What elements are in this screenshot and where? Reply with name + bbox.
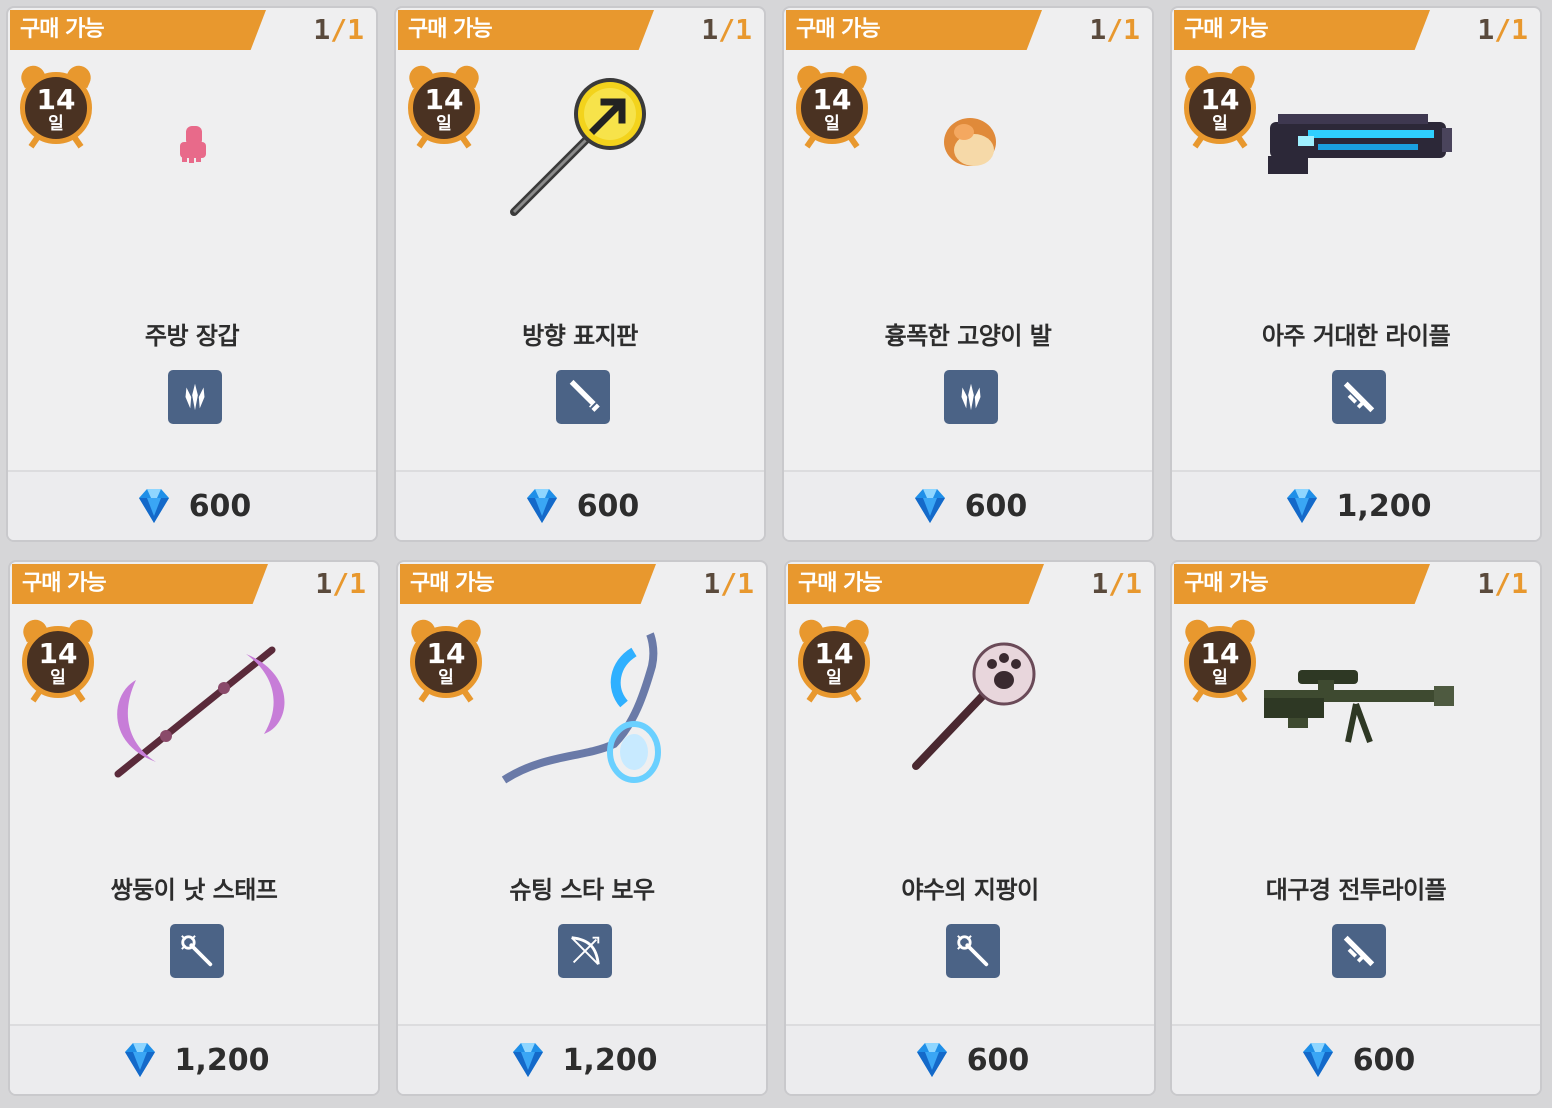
duration-days: 14 [424,83,464,116]
diamond-icon [124,1043,155,1077]
purchasable-tag: 구매 가능 [12,564,268,604]
diamond-icon [526,489,557,523]
duration-days: 14 [812,83,852,116]
purchasable-tag: 구매 가능 [398,10,654,50]
item-name: 흉폭한 고양이 발 [884,322,1052,350]
price-value: 600 [576,488,640,524]
item-name: 슈팅 스타 보우 [509,876,655,904]
rifle-icon [1332,924,1386,978]
price-area: 1,200 [1172,472,1540,540]
shop-item-card[interactable]: 구매 가능 1/1 14 일 흉폭한 고양이 발 600 [782,6,1154,542]
item-image [1258,70,1458,230]
duration-days: 14 [814,637,854,670]
shop-item-card[interactable]: 구매 가능 1/1 14 일 야수의 지팡이 600 [784,560,1156,1096]
claw-icon [168,370,222,424]
diamond-icon [916,1043,947,1077]
duration-days: 14 [426,637,466,670]
item-image [1258,624,1458,784]
staff-icon [170,924,224,978]
item-image [482,70,682,230]
duration-unit: 일 [1212,668,1228,688]
price-value: 1,200 [1336,488,1432,524]
item-image [96,624,296,784]
duration-clock-icon: 14 일 [1181,61,1259,150]
price-value: 600 [964,488,1028,524]
stock-count: 1/1 [1477,13,1528,46]
price-area: 1,200 [10,1026,378,1094]
duration-days: 14 [38,637,78,670]
shop-item-card[interactable]: 구매 가능 1/1 14 일 쌍둥이 낫 스태프 1,200 [8,560,380,1096]
purchasable-tag: 구매 가능 [400,564,656,604]
price-value: 600 [1352,1042,1416,1078]
shop-item-card[interactable]: 구매 가능 1/1 14 일 아주 거대한 라이플 1,200 [1170,6,1542,542]
duration-days: 14 [1200,83,1240,116]
purchasable-tag: 구매 가능 [1174,564,1430,604]
duration-clock-icon: 14 일 [17,61,95,150]
diamond-icon [1286,489,1317,523]
item-image [94,70,294,230]
item-name: 야수의 지팡이 [901,876,1039,904]
duration-days: 14 [1200,637,1240,670]
rifle-icon [1332,370,1386,424]
stock-count: 1/1 [1477,567,1528,600]
shop-grid: 구매 가능 1/1 14 일 주방 장갑 600 구매 가능 1/1 14 일 방향… [0,0,1552,1108]
stock-count: 1/1 [1091,567,1142,600]
purchasable-tag: 구매 가능 [1174,10,1430,50]
duration-unit: 일 [436,114,452,134]
price-value: 600 [188,488,252,524]
stock-count: 1/1 [315,567,366,600]
sword-icon [556,370,610,424]
price-area: 600 [784,472,1152,540]
item-image [870,70,1070,230]
duration-clock-icon: 14 일 [1181,615,1259,704]
diamond-icon [1302,1043,1333,1077]
price-area: 1,200 [398,1026,766,1094]
purchasable-tag: 구매 가능 [10,10,266,50]
duration-clock-icon: 14 일 [795,615,873,704]
duration-clock-icon: 14 일 [793,61,871,150]
staff-icon [946,924,1000,978]
duration-clock-icon: 14 일 [407,615,485,704]
item-image [484,624,684,784]
item-name: 대구경 전투라이플 [1265,876,1447,904]
item-name: 주방 장갑 [144,322,240,350]
item-name: 아주 거대한 라이플 [1261,322,1451,350]
price-value: 1,200 [174,1042,270,1078]
stock-count: 1/1 [313,13,364,46]
duration-unit: 일 [50,668,66,688]
shop-item-card[interactable]: 구매 가능 1/1 14 일 대구경 전투라이플 600 [1170,560,1542,1096]
purchasable-tag: 구매 가능 [786,10,1042,50]
duration-unit: 일 [1212,114,1228,134]
item-name: 쌍둥이 낫 스태프 [110,876,278,904]
purchasable-tag: 구매 가능 [788,564,1044,604]
bow-icon [558,924,612,978]
item-name: 방향 표지판 [522,322,638,350]
price-area: 600 [1172,1026,1540,1094]
diamond-icon [138,489,169,523]
duration-unit: 일 [824,114,840,134]
price-value: 600 [966,1042,1030,1078]
shop-item-card[interactable]: 구매 가능 1/1 14 일 슈팅 스타 보우 1,200 [396,560,768,1096]
price-area: 600 [396,472,764,540]
duration-unit: 일 [48,114,64,134]
item-image [872,624,1072,784]
stock-count: 1/1 [701,13,752,46]
diamond-icon [914,489,945,523]
stock-count: 1/1 [1089,13,1140,46]
stock-count: 1/1 [703,567,754,600]
shop-item-card[interactable]: 구매 가능 1/1 14 일 주방 장갑 600 [6,6,378,542]
duration-clock-icon: 14 일 [405,61,483,150]
duration-unit: 일 [826,668,842,688]
price-value: 1,200 [562,1042,658,1078]
diamond-icon [512,1043,543,1077]
duration-days: 14 [36,83,76,116]
price-area: 600 [8,472,376,540]
duration-unit: 일 [438,668,454,688]
price-area: 600 [786,1026,1154,1094]
duration-clock-icon: 14 일 [19,615,97,704]
shop-item-card[interactable]: 구매 가능 1/1 14 일 방향 표지판 600 [394,6,766,542]
claw-icon [944,370,998,424]
